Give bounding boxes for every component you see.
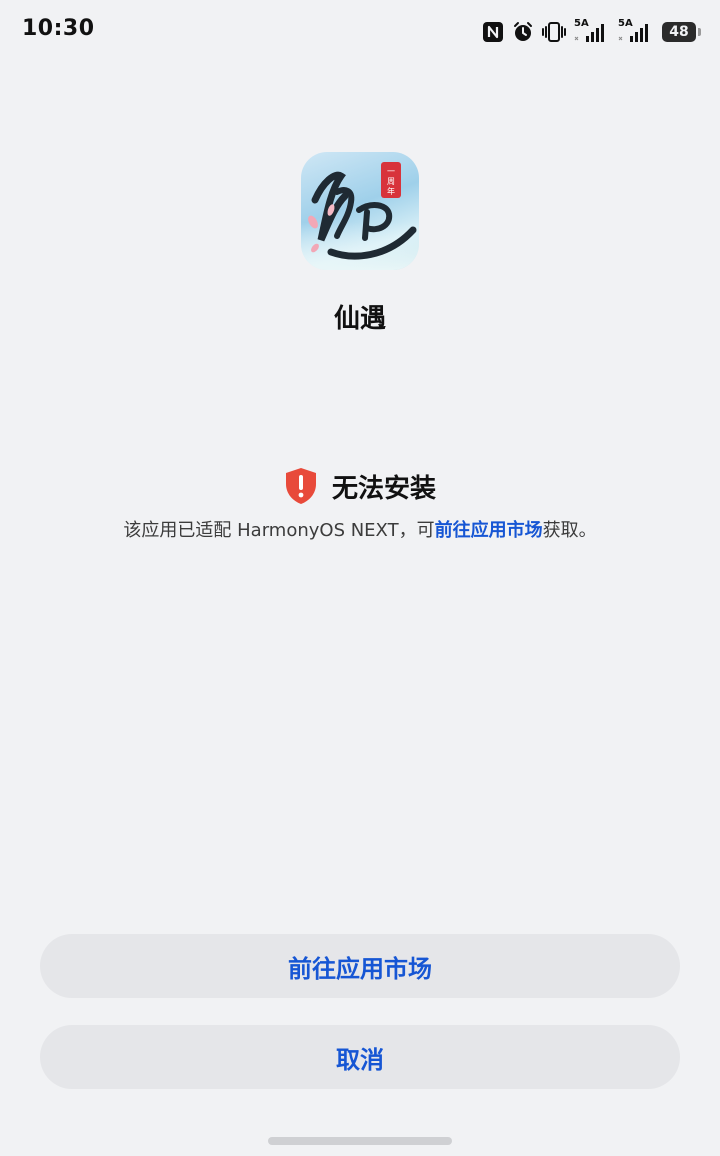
status-time: 10:30	[22, 16, 95, 41]
battery-icon: 48	[662, 22, 701, 42]
status-bar: 10:30 5A 5A 48	[0, 0, 720, 64]
signal-icon: 5A	[618, 18, 654, 44]
go-to-app-market-button[interactable]: 前往应用市场	[40, 934, 680, 998]
warning-shield-icon	[284, 467, 318, 505]
svg-text:周: 周	[387, 177, 395, 186]
error-description: 该应用已适配 HarmonyOS NEXT，可前往应用市场获取。	[0, 516, 720, 542]
cancel-button[interactable]: 取消	[40, 1025, 680, 1089]
app-icon: 一 周 年	[301, 152, 419, 270]
error-title-row: 无法安装	[0, 467, 720, 505]
battery-level: 48	[669, 24, 689, 40]
signal-icon: 5A	[574, 18, 610, 44]
cancel-label: 取消	[336, 1045, 384, 1074]
status-icons: 5A 5A 48	[482, 18, 701, 46]
error-title: 无法安装	[331, 473, 436, 504]
error-desc-prefix: 该应用已适配 HarmonyOS NEXT，可	[123, 520, 435, 541]
app-market-link[interactable]: 前往应用市场	[435, 520, 543, 541]
svg-text:年: 年	[387, 186, 395, 196]
vibrate-icon	[542, 21, 566, 43]
app-name: 仙遇	[333, 304, 386, 334]
error-desc-suffix: 获取。	[542, 520, 597, 541]
svg-text:一: 一	[387, 167, 395, 176]
nfc-icon	[482, 21, 504, 43]
home-indicator[interactable]	[268, 1137, 452, 1145]
alarm-icon	[512, 21, 534, 43]
go-to-app-market-label: 前往应用市场	[288, 954, 432, 983]
